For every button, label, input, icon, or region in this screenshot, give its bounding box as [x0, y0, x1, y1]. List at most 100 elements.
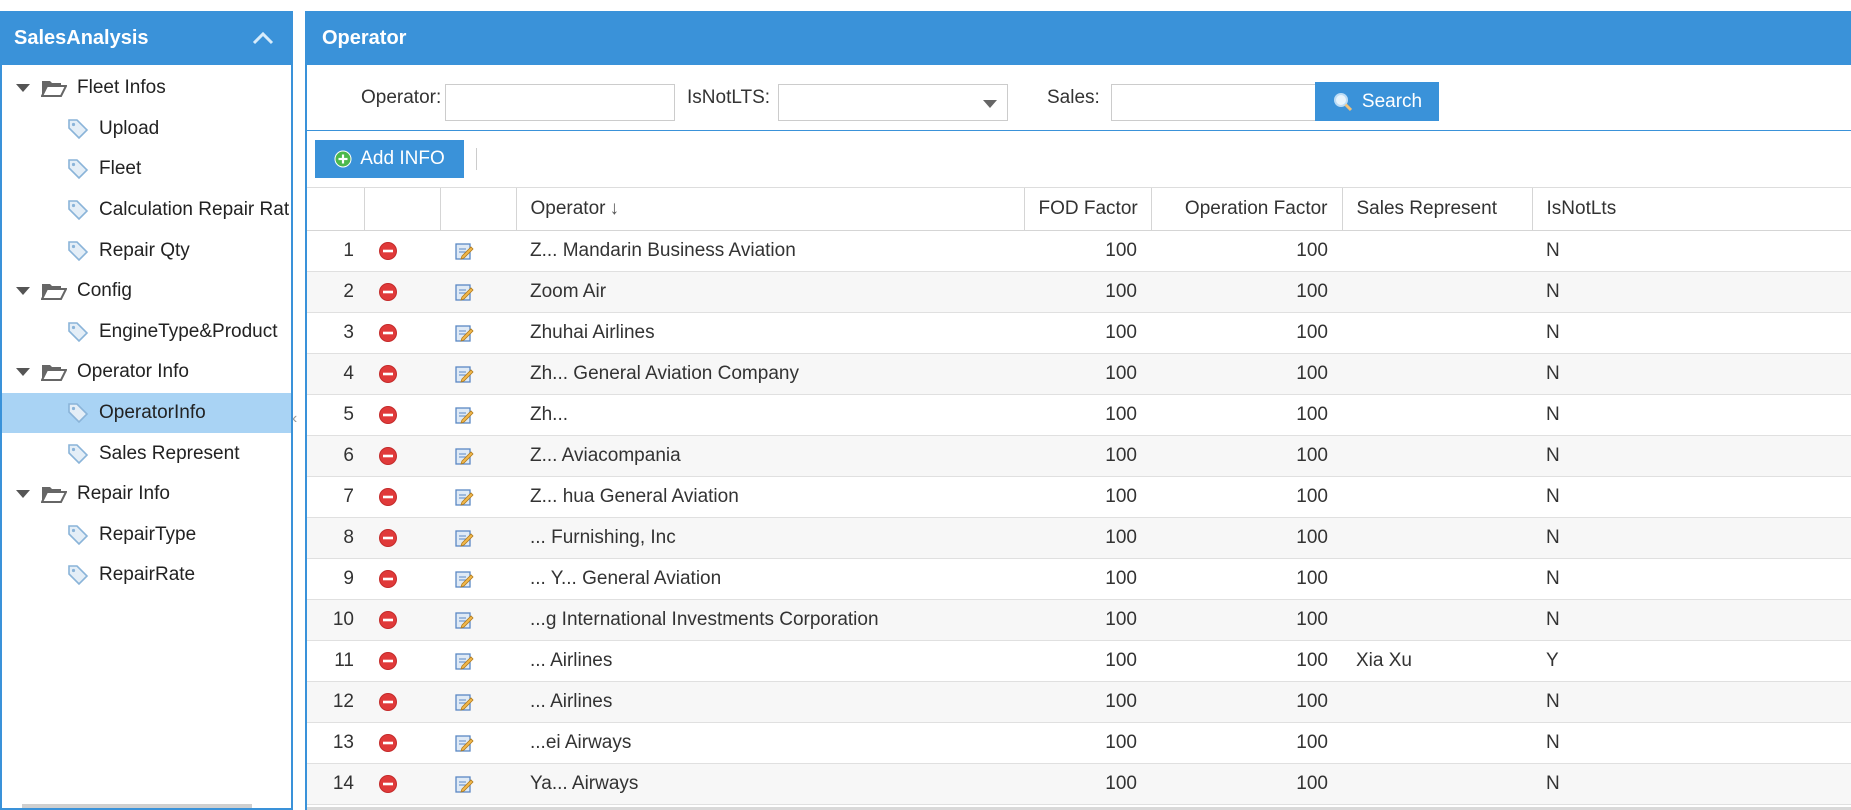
delete-icon[interactable] [378, 323, 398, 343]
edit-icon[interactable] [454, 774, 474, 794]
chevron-up-icon[interactable] [251, 26, 275, 50]
sidebar-item-repair-qty[interactable]: Repair Qty [2, 230, 291, 271]
fod-factor-cell: 100 [1024, 722, 1151, 764]
delete-cell [364, 517, 440, 559]
delete-icon[interactable] [378, 364, 398, 384]
table-row[interactable]: 5 Zh... 100 100 N [307, 394, 1851, 436]
search-button[interactable]: Search [1315, 82, 1439, 121]
sales-represent-cell [1342, 558, 1532, 600]
isnotlts-cell: N [1532, 312, 1851, 354]
edit-icon[interactable] [454, 610, 474, 630]
delete-icon[interactable] [378, 241, 398, 261]
search-button-label: Search [1361, 90, 1423, 112]
add-info-button[interactable]: Add INFO [315, 140, 464, 178]
edit-icon[interactable] [454, 733, 474, 753]
table-row[interactable]: 7 Z... hua General Aviation 100 100 N [307, 476, 1851, 518]
table-row[interactable]: 3 Zhuhai Airlines 100 100 N [307, 312, 1851, 354]
sidebar-group-3[interactable]: Repair Info [2, 474, 291, 515]
tag-icon [67, 443, 99, 465]
column-header-delete [364, 188, 441, 231]
table-row[interactable]: 9... Y... General Aviation 100 100 N [307, 558, 1851, 600]
sidebar-item-enginetype-product[interactable]: EngineType&Product [2, 312, 291, 353]
sidebar-item-repairrate[interactable]: RepairRate [2, 555, 291, 596]
edit-cell [440, 230, 516, 272]
fod-factor-cell: 100 [1024, 558, 1151, 600]
sales-represent-cell [1342, 435, 1532, 477]
table-row[interactable]: 10 ...g International Investments Corpora… [307, 599, 1851, 641]
caret-down-icon[interactable] [16, 368, 30, 377]
fod-factor-cell: 100 [1024, 640, 1151, 682]
operation-factor-cell: 100 [1151, 599, 1342, 641]
sales-select[interactable] [1111, 84, 1341, 121]
edit-icon[interactable] [454, 323, 474, 343]
sidebar-group-1[interactable]: Config [2, 271, 291, 312]
delete-icon[interactable] [378, 651, 398, 671]
sidebar-item-fleet[interactable]: Fleet [2, 149, 291, 190]
operator-cell: ... Airlines [516, 640, 1024, 682]
caret-down-icon[interactable] [16, 490, 30, 499]
operator-input[interactable] [445, 84, 675, 121]
edit-icon[interactable] [454, 528, 474, 548]
delete-icon[interactable] [378, 528, 398, 548]
edit-icon[interactable] [454, 405, 474, 425]
edit-cell [440, 271, 516, 313]
sidebar-item-sales-represent[interactable]: Sales Represent [2, 433, 291, 474]
column-header-operation-factor[interactable]: Operation Factor [1151, 188, 1343, 231]
fod-factor-cell: 100 [1024, 599, 1151, 641]
caret-down-icon[interactable] [16, 287, 30, 296]
delete-cell [364, 640, 440, 682]
edit-icon[interactable] [454, 487, 474, 507]
column-header-fod-factor[interactable]: FOD Factor [1024, 188, 1152, 231]
delete-icon[interactable] [378, 405, 398, 425]
table-row[interactable]: 12... Airlines 100 100 N [307, 681, 1851, 723]
sales-represent-cell [1342, 681, 1532, 723]
sidebar-group-label: Config [77, 280, 132, 302]
sidebar-item-calculation-repair-rat[interactable]: Calculation Repair Rat [2, 190, 291, 231]
delete-icon[interactable] [378, 282, 398, 302]
table-row[interactable]: 2 Zoom Air 100 100 N [307, 271, 1851, 313]
table-row[interactable]: 13 ...ei Airways 100 100 N [307, 722, 1851, 764]
isnotlts-select[interactable] [778, 84, 1008, 121]
edit-icon[interactable] [454, 692, 474, 712]
delete-icon[interactable] [378, 487, 398, 507]
edit-icon[interactable] [454, 569, 474, 589]
fod-factor-cell: 100 [1024, 353, 1151, 395]
edit-icon[interactable] [454, 282, 474, 302]
column-header-operator[interactable]: Operator ↓ [516, 188, 1025, 231]
sidebar-scrollbar[interactable] [22, 804, 252, 808]
table-row[interactable]: 14 Ya... Airways 100 100 N [307, 763, 1851, 805]
edit-icon[interactable] [454, 241, 474, 261]
edit-icon[interactable] [454, 364, 474, 384]
column-header-isnotlts[interactable]: IsNotLts [1532, 188, 1851, 231]
collapse-handle-icon[interactable]: ‹ [292, 410, 302, 430]
edit-cell [440, 435, 516, 477]
delete-icon[interactable] [378, 774, 398, 794]
sidebar-item-operatorinfo[interactable]: OperatorInfo [2, 392, 291, 434]
edit-icon[interactable] [454, 446, 474, 466]
delete-icon[interactable] [378, 569, 398, 589]
row-index: 10 [307, 599, 364, 641]
isnotlts-cell: N [1532, 763, 1851, 805]
table-row[interactable]: 4 Zh... General Aviation Company 100 100 N [307, 353, 1851, 395]
table-row[interactable]: 8... Furnishing, Inc 100 100 N [307, 517, 1851, 559]
sidebar-item-upload[interactable]: Upload [2, 109, 291, 150]
delete-cell [364, 763, 440, 805]
operator-cell: Zoom Air [516, 271, 1024, 313]
table-row[interactable]: 1 Z... Mandarin Business Aviation 100 100 N [307, 230, 1851, 272]
fod-factor-cell: 100 [1024, 517, 1151, 559]
table-row[interactable]: 11... Airlines 100 100 Xia Xu Y [307, 640, 1851, 682]
delete-icon[interactable] [378, 446, 398, 466]
delete-icon[interactable] [378, 733, 398, 753]
edit-icon[interactable] [454, 651, 474, 671]
column-header-sales-represent[interactable]: Sales Represent [1342, 188, 1533, 231]
sidebar-group-0[interactable]: Fleet Infos [2, 68, 291, 109]
operator-cell: Z... Mandarin Business Aviation [516, 230, 1024, 272]
sidebar-group-2[interactable]: Operator Info [2, 352, 291, 393]
delete-icon[interactable] [378, 692, 398, 712]
fod-factor-cell: 100 [1024, 435, 1151, 477]
delete-icon[interactable] [378, 610, 398, 630]
page-title: Operator [307, 11, 1851, 65]
table-row[interactable]: 6 Z... Aviacompania 100 100 N [307, 435, 1851, 477]
caret-down-icon[interactable] [16, 84, 30, 93]
sidebar-item-repairtype[interactable]: RepairType [2, 515, 291, 556]
